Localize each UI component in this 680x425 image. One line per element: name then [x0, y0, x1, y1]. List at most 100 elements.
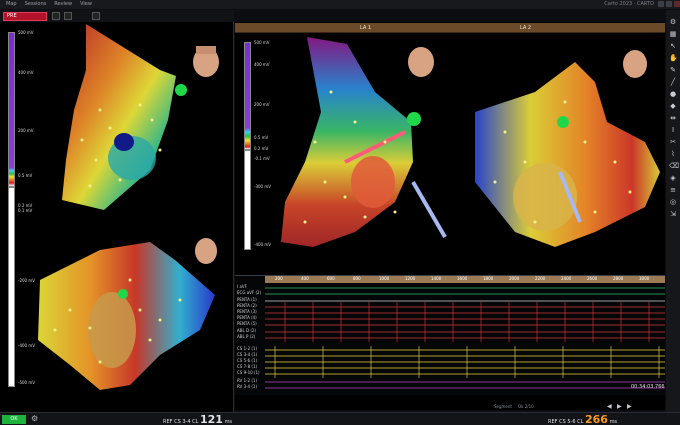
ruler-tick: 3000 [639, 276, 650, 281]
egm-panel[interactable]: 200 400 600 800 1000 1200 1400 1600 1800… [235, 275, 665, 395]
scale-label: 400 mV [254, 62, 270, 67]
ruler-tick: 400 [301, 276, 309, 281]
grid-icon[interactable]: ▦ [669, 30, 677, 38]
status-bar: OK ⚙ REF CS 3-4 CL 121 ms REF CS 5-6 CL … [0, 412, 680, 425]
egm-clock: 00:34:03.766 [631, 384, 665, 390]
ruler-tick: 2600 [587, 276, 598, 281]
left-maps-canvas[interactable] [0, 10, 234, 412]
measure-icon[interactable]: ⇹ [669, 114, 677, 122]
minimize-icon[interactable] [658, 1, 664, 7]
channel-label[interactable]: RV 3-4 (1) [237, 384, 257, 389]
orientation-torso-icon [408, 47, 434, 77]
right-voltage-bar[interactable] [244, 42, 251, 150]
cl-unit: ms [224, 419, 233, 425]
channel-label[interactable]: ECG aVF (2) [237, 290, 261, 295]
menu-item-review[interactable]: Review [54, 0, 72, 9]
target-icon[interactable]: ◎ [669, 198, 677, 206]
segment-value: Ok 2/10 [518, 404, 534, 409]
side-toolbar: ⚙ ▦ ↖ ✋ ✎ ╱ ● ◆ ⇹ I ✂ ⌇ ⌫ ◈ ≡ ◎ ⇲ [666, 10, 680, 412]
egm-spikes [284, 302, 650, 342]
play-icon[interactable]: ▶ [617, 403, 622, 410]
ruler-tick: 2800 [613, 276, 624, 281]
scale-label: -0.1 mV [254, 156, 270, 161]
drop-icon[interactable]: ◆ [669, 102, 677, 110]
ref-label: REF CS [163, 419, 181, 425]
maximize-icon[interactable] [666, 1, 672, 7]
right-side-la-map[interactable] [475, 62, 660, 247]
scale-label: -400 mV [254, 242, 271, 247]
cl-value: 266 [585, 413, 608, 425]
channel-label[interactable]: CS 1-2 (1) [237, 346, 257, 351]
erase-icon[interactable]: ⌫ [669, 162, 679, 170]
arrow-icon[interactable]: ↖ [669, 42, 677, 50]
egm-traces[interactable] [265, 284, 665, 396]
cut-icon[interactable]: ✂ [669, 138, 677, 146]
cs-label: 5-6 CL [567, 419, 584, 425]
ruler-tick: 1000 [379, 276, 390, 281]
menu-bar: Map Sessions Review View Carto 2023 · CA… [0, 0, 680, 9]
channel-label[interactable]: CS 7-8 (1) [237, 364, 257, 369]
scale-label: -300 mV [254, 184, 271, 189]
pen-icon[interactable]: ✎ [669, 66, 677, 74]
ruler-tick: 2000 [509, 276, 520, 281]
scale-label: 200 mV [254, 102, 270, 107]
ruler-tick: 1200 [405, 276, 416, 281]
cs-label: 3-4 CL [182, 419, 199, 425]
orientation-torso-icon [193, 46, 219, 77]
scale-label: 500 mV [254, 40, 270, 45]
orientation-torso-icon [195, 238, 217, 264]
settings-icon[interactable]: ⚙ [31, 414, 38, 423]
right-cycle-length: REF CS 5-6 CL 266 ms [548, 413, 617, 425]
channel-label[interactable]: PENTA (4) [237, 315, 257, 320]
channel-label[interactable]: PENTA (5) [237, 321, 257, 326]
channel-label[interactable]: PENTA (2) [237, 303, 257, 308]
ref-label: REF CS [548, 419, 566, 425]
channel-label[interactable]: ABL P (2) [237, 334, 255, 339]
close-icon[interactable] [674, 1, 680, 7]
gear-icon[interactable]: ⚙ [669, 18, 677, 26]
layers-icon[interactable]: ≡ [669, 186, 677, 194]
right-tab-bar: LA 1 LA 2 [235, 23, 665, 33]
tag-icon[interactable]: ◈ [669, 174, 677, 182]
line-icon[interactable]: ╱ [669, 78, 677, 86]
channel-label[interactable]: CS 9-10 (1) [237, 370, 260, 375]
channel-label[interactable]: PENTA (3) [237, 309, 257, 314]
ruler-tick: 600 [327, 276, 335, 281]
ruler-tick: 2400 [561, 276, 572, 281]
menu-item-sessions[interactable]: Sessions [25, 0, 47, 9]
menu-item-map[interactable]: Map [6, 0, 17, 9]
ruler-tick: 200 [275, 276, 283, 281]
ruler-tick: 1800 [483, 276, 494, 281]
left-map-panel[interactable]: PRE 500 mV 400 mV 200 mV 0.5 mV 0.2 mV 0… [0, 10, 234, 412]
channel-label[interactable]: PENTA (1) [237, 297, 257, 302]
channel-label[interactable]: CS 3-4 (1) [237, 352, 257, 357]
channel-label[interactable]: RV 1-2 (1) [237, 378, 257, 383]
ruler-tick: 1600 [457, 276, 468, 281]
scale-label: 0.2 mV [254, 146, 269, 151]
dot-icon[interactable]: ● [669, 90, 677, 98]
channel-label[interactable]: CS 5-6 (1) [237, 358, 257, 363]
app-title: Carto 2023 · CARTO [604, 1, 654, 7]
ruler-tick: 1400 [431, 276, 442, 281]
prev-icon[interactable]: ◀ [607, 403, 612, 410]
next-icon[interactable]: ▶ [627, 403, 632, 410]
cl-value: 121 [200, 413, 223, 425]
brush-icon[interactable]: ⌇ [669, 150, 677, 158]
left-upper-la-map[interactable] [62, 24, 187, 210]
ok-button[interactable]: OK [2, 415, 26, 424]
cl-unit: ms [609, 419, 618, 425]
time-ruler[interactable]: 200 400 600 800 1000 1200 1400 1600 1800… [265, 276, 665, 283]
hand-icon[interactable]: ✋ [669, 54, 678, 62]
right-voltage-bar-lower [244, 150, 251, 250]
ruler-icon[interactable]: I [669, 126, 677, 134]
expand-icon[interactable]: ⇲ [669, 210, 677, 218]
menu-item-view[interactable]: View [80, 0, 92, 9]
ruler-tick: 2200 [535, 276, 546, 281]
tab-la-2[interactable]: LA 2 [520, 23, 531, 33]
channel-label[interactable]: ABL D (2) [237, 328, 256, 333]
tab-la-1[interactable]: LA 1 [360, 23, 371, 33]
ruler-tick: 800 [353, 276, 361, 281]
left-lower-la-map[interactable] [38, 242, 215, 390]
right-maps-canvas[interactable] [235, 22, 665, 275]
channel-label[interactable]: I aVF [237, 284, 247, 289]
